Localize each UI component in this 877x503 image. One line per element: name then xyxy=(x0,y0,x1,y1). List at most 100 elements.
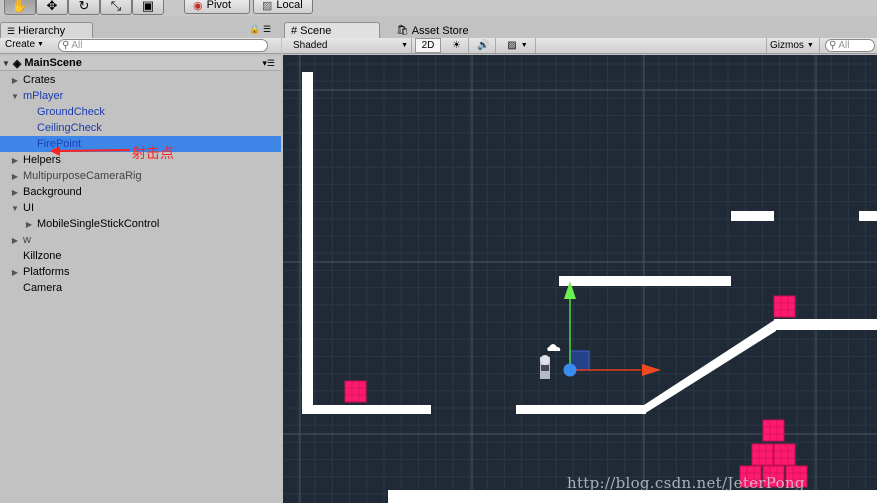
scene-search-placeholder: All xyxy=(838,40,850,51)
create-dropdown[interactable]: Create ▼ xyxy=(5,39,44,50)
hierarchy-item[interactable]: ▼ mPlayer xyxy=(0,88,281,104)
hierarchy-item-label: Crates xyxy=(23,74,56,86)
main-toolbar: ✋ ✥ ↻ ⤡ ▣ ◉ Pivot ▨ Local xyxy=(0,0,877,16)
local-icon: ▨ xyxy=(262,0,273,12)
rotate-icon: ↻ xyxy=(78,0,90,13)
scale-tool-button[interactable]: ⤡ xyxy=(100,0,132,15)
list-icon: ☰ xyxy=(7,25,16,36)
hierarchy-item[interactable]: ▶ w xyxy=(0,232,281,248)
lock-icon[interactable]: 🔒 xyxy=(249,24,260,35)
player-head xyxy=(540,355,550,365)
hierarchy-item[interactable]: CeilingCheck xyxy=(0,120,281,136)
hierarchy-item-label: MultipurposeCameraRig xyxy=(23,170,142,182)
hierarchy-item-label: Camera xyxy=(23,282,63,294)
hierarchy-item[interactable]: ▶ MultipurposeCameraRig xyxy=(0,168,281,184)
hierarchy-item[interactable]: ▼ UI xyxy=(0,200,281,216)
annotation-arrow xyxy=(50,146,131,156)
local-toggle-button[interactable]: ▨ Local xyxy=(253,0,313,14)
expand-arrow-icon: ▼ xyxy=(2,58,10,68)
chevron-down-icon: ▼ xyxy=(806,42,814,49)
collapse-arrow-icon[interactable]: ▼ xyxy=(10,92,20,101)
hierarchy-search-placeholder: All xyxy=(71,40,83,51)
audio-toggle[interactable]: 🔊 xyxy=(472,38,496,53)
gizmos-label: Gizmos xyxy=(770,40,804,51)
panel-menu-icon[interactable]: ☰ xyxy=(263,24,271,35)
scene-canvas[interactable] xyxy=(283,55,877,503)
small-platform xyxy=(731,211,774,221)
hierarchy-item-label: UI xyxy=(23,202,34,214)
tab-scene[interactable]: # Scene xyxy=(284,22,380,39)
tab-hierarchy[interactable]: ☰ Hierarchy xyxy=(0,22,93,39)
hierarchy-item[interactable]: Camera xyxy=(0,280,281,296)
crate xyxy=(773,295,796,318)
hand-tool-button[interactable]: ✋ xyxy=(4,0,36,15)
scene-tab-bar: # Scene 🛍 Asset Store xyxy=(282,19,877,39)
create-label: Create xyxy=(5,39,36,50)
hierarchy-item[interactable]: Killzone xyxy=(0,248,281,264)
scale-icon: ⤡ xyxy=(110,0,122,13)
shading-mode-label: Shaded xyxy=(293,40,328,51)
scene-search-input[interactable]: ⚲ All xyxy=(825,39,875,52)
hierarchy-item-label: Killzone xyxy=(23,250,62,262)
mode-2d-label: 2D xyxy=(421,40,435,51)
move-gizmo-center xyxy=(563,363,577,377)
expand-arrow-icon[interactable]: ▶ xyxy=(10,268,20,277)
floor-platform xyxy=(302,405,431,414)
asset-store-icon: 🛍 xyxy=(396,25,409,36)
pivot-label: Pivot xyxy=(206,0,232,11)
hierarchy-search-input[interactable]: ⚲ All xyxy=(58,39,268,52)
hierarchy-item[interactable]: ▶ Background xyxy=(0,184,281,200)
image-icon: ▨ xyxy=(507,40,517,51)
lighting-toggle[interactable]: ☀ xyxy=(445,38,469,53)
tab-hierarchy-label: Hierarchy xyxy=(18,25,66,37)
tab-scene-label: Scene xyxy=(300,25,332,37)
search-icon: ⚲ xyxy=(62,40,70,51)
hierarchy-item-label: w xyxy=(23,234,31,246)
mode-2d-toggle[interactable]: 2D xyxy=(415,38,441,53)
expand-arrow-icon[interactable]: ▶ xyxy=(10,156,20,165)
gizmos-dropdown[interactable]: Gizmos ▼ xyxy=(766,38,820,53)
hand-icon: ✋ xyxy=(11,0,29,13)
hierarchy-item-label: Platforms xyxy=(23,266,70,278)
expand-arrow-icon[interactable]: ▶ xyxy=(10,172,20,181)
chevron-down-icon: ▼ xyxy=(37,41,44,48)
annotation-label: 射击点 xyxy=(132,146,174,162)
hierarchy-item[interactable]: GroundCheck xyxy=(0,104,281,120)
hierarchy-item[interactable]: ▶ Crates xyxy=(0,72,281,88)
move-icon: ✥ xyxy=(46,0,58,13)
scene-toolbar: Shaded ▼ 2D ☀ 🔊 ▨ ▼ Gizmos ▼ ⚲ All xyxy=(282,38,877,54)
effects-dropdown[interactable]: ▨ ▼ xyxy=(500,38,536,53)
collapse-arrow-icon[interactable]: ▼ xyxy=(10,204,20,213)
scene-root-row[interactable]: ▼ ◈ MainScene ▾☰ xyxy=(0,56,281,71)
expand-arrow-icon[interactable]: ▶ xyxy=(24,220,34,229)
crate xyxy=(344,380,367,403)
local-label: Local xyxy=(276,0,303,11)
sun-icon: ☀ xyxy=(452,40,461,51)
hierarchy-item-label: CeilingCheck xyxy=(37,122,102,134)
unity-scene-icon: ◈ xyxy=(12,57,22,70)
crate xyxy=(762,419,785,442)
floor-platform xyxy=(516,405,646,414)
expand-arrow-icon[interactable]: ▶ xyxy=(10,236,20,245)
hierarchy-item-label: mPlayer xyxy=(23,90,64,102)
scene-menu-icon[interactable]: ▾☰ xyxy=(262,58,275,69)
rotate-tool-button[interactable]: ↻ xyxy=(68,0,100,15)
player-body xyxy=(541,365,549,371)
hierarchy-item[interactable]: ▶ MobileSingleStickControl xyxy=(0,216,281,232)
expand-arrow-icon[interactable]: ▶ xyxy=(10,76,20,85)
rect-tool-button[interactable]: ▣ xyxy=(132,0,164,15)
hierarchy-item[interactable]: ▶ Platforms xyxy=(0,264,281,280)
hierarchy-item-label: MobileSingleStickControl xyxy=(37,218,160,230)
wall-platform xyxy=(302,72,313,414)
scene-viewport[interactable]: http://blog.csdn.net/JeterPong xyxy=(283,55,877,503)
hierarchy-item-label: Background xyxy=(23,186,82,198)
shading-mode-dropdown[interactable]: Shaded ▼ xyxy=(290,38,412,53)
expand-arrow-icon[interactable]: ▶ xyxy=(10,188,20,197)
chevron-down-icon: ▼ xyxy=(520,42,528,49)
search-icon: ⚲ xyxy=(829,40,837,51)
speaker-icon: 🔊 xyxy=(477,40,490,51)
tab-asset-store[interactable]: 🛍 Asset Store xyxy=(390,22,482,39)
pivot-toggle-button[interactable]: ◉ Pivot xyxy=(184,0,250,14)
hierarchy-toolbar: Create ▼ ⚲ All xyxy=(0,38,281,54)
move-tool-button[interactable]: ✥ xyxy=(36,0,68,15)
